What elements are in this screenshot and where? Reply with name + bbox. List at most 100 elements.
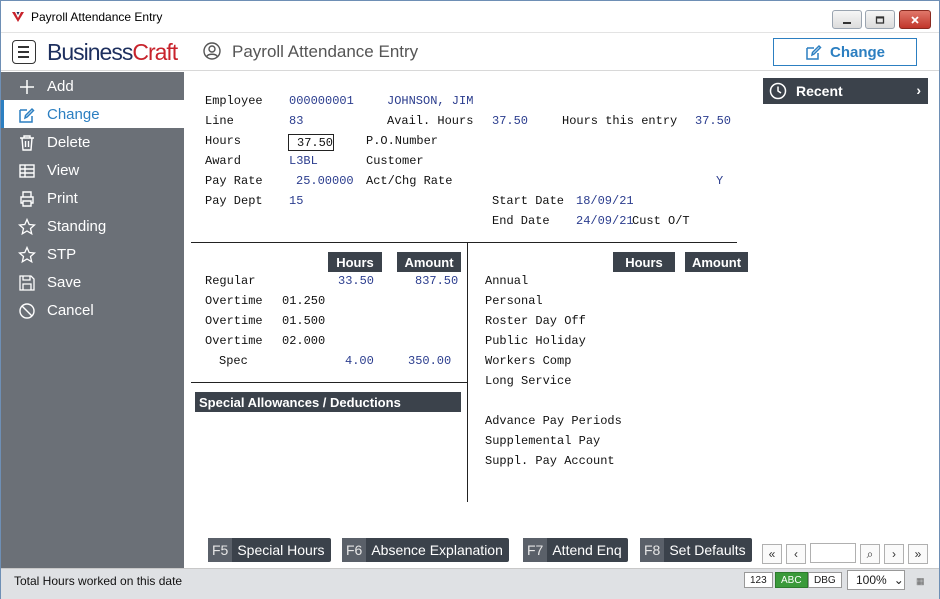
status-bar: Total Hours worked on this date 123 ABC … xyxy=(1,568,939,599)
double-chevron-left-icon: « xyxy=(768,547,776,561)
alpha-mode-badge[interactable]: ABC xyxy=(775,572,808,588)
public-holiday-label: Public Holiday xyxy=(485,334,586,348)
right-amount-header: Amount xyxy=(685,252,748,272)
action-sidebar: Add Change Delete View Print Standing ST… xyxy=(1,72,184,568)
pay-rate-value: 25.00000 xyxy=(296,174,354,188)
change-mode-button[interactable]: Change xyxy=(773,38,917,66)
debug-badge[interactable]: DBG xyxy=(808,572,842,588)
f8-set-defaults-button[interactable]: F8 Set Defaults xyxy=(640,538,752,562)
sidebar-item-standing[interactable]: Standing xyxy=(1,212,184,240)
numeric-mode-badge[interactable]: 123 xyxy=(744,572,773,588)
regular-amount: 837.50 xyxy=(415,274,459,288)
search-record-button[interactable]: ⌕ xyxy=(860,544,880,564)
avail-hours-label: Avail. Hours xyxy=(387,114,474,128)
sidebar-item-save[interactable]: Save xyxy=(1,268,184,296)
annual-leave-label: Annual xyxy=(485,274,529,288)
cust-ot-label: Cust O/T xyxy=(632,214,690,228)
chevron-down-icon: ⌄ xyxy=(893,573,904,587)
sidebar-item-view[interactable]: View xyxy=(1,156,184,184)
f6-absence-explanation-button[interactable]: F6 Absence Explanation xyxy=(342,538,509,562)
hamburger-menu-button[interactable] xyxy=(12,40,36,64)
hours-label: Hours xyxy=(205,134,242,148)
start-date-label: Start Date xyxy=(492,194,565,208)
hours-input[interactable]: 37.50 xyxy=(288,134,334,151)
status-message: Total Hours worked on this date xyxy=(14,574,183,588)
sidebar-item-print[interactable]: Print xyxy=(1,184,184,212)
record-number-input[interactable] xyxy=(810,543,856,563)
minimize-icon xyxy=(843,21,851,24)
hours-this-entry-value: 37.50 xyxy=(695,114,732,128)
next-record-button[interactable]: › xyxy=(884,544,904,564)
zoom-select[interactable]: 100% ⌄ xyxy=(847,570,905,590)
clock-icon xyxy=(769,82,787,100)
supplemental-pay-label: Supplemental Pay xyxy=(485,434,601,448)
line-value: 83 xyxy=(289,114,304,128)
star-icon xyxy=(18,218,36,236)
app-logo-icon xyxy=(12,12,24,22)
close-icon xyxy=(911,15,919,24)
window-title: Payroll Attendance Entry xyxy=(31,10,163,24)
last-record-button[interactable]: » xyxy=(908,544,928,564)
chevron-right-icon: › xyxy=(892,547,896,561)
first-record-button[interactable]: « xyxy=(762,544,782,564)
overtime-label: Overtime xyxy=(205,334,263,348)
overtime-factor: 02.000 xyxy=(282,334,326,348)
personal-leave-label: Personal xyxy=(485,294,543,308)
act-chg-rate-label: Act/Chg Rate xyxy=(366,174,453,188)
spec-label: Spec xyxy=(219,354,248,368)
star-icon xyxy=(18,246,36,264)
spec-amount: 350.00 xyxy=(408,354,452,368)
edit-icon xyxy=(806,44,822,60)
workers-comp-label: Workers Comp xyxy=(485,354,572,368)
resize-grip-icon[interactable]: ▦ xyxy=(916,576,925,587)
customer-label: Customer xyxy=(366,154,424,168)
edit-icon xyxy=(19,107,35,123)
f5-special-hours-button[interactable]: F5 Special Hours xyxy=(208,538,331,562)
employee-name: JOHNSON, JIM xyxy=(387,94,474,108)
pay-rate-label: Pay Rate xyxy=(205,174,263,188)
save-icon xyxy=(19,275,35,291)
close-button[interactable] xyxy=(899,10,931,29)
po-number-label: P.O.Number xyxy=(366,134,439,148)
grid-divider-top xyxy=(191,242,737,243)
overtime-factor: 01.500 xyxy=(282,314,326,328)
f7-attend-enq-button[interactable]: F7 Attend Enq xyxy=(523,538,628,562)
search-icon: ⌕ xyxy=(866,546,874,561)
sidebar-item-stp[interactable]: STP xyxy=(1,240,184,268)
recent-panel-button[interactable]: Recent › xyxy=(763,78,928,104)
employee-number-field[interactable]: 000000001 xyxy=(289,94,354,108)
sidebar-item-cancel[interactable]: Cancel xyxy=(1,296,184,324)
pay-dept-value: 15 xyxy=(289,194,304,208)
end-date-label: End Date xyxy=(492,214,550,228)
maximize-button[interactable] xyxy=(865,10,895,29)
sidebar-item-add[interactable]: Add xyxy=(1,72,184,100)
award-label: Award xyxy=(205,154,242,168)
overtime-label: Overtime xyxy=(205,294,263,308)
regular-label: Regular xyxy=(205,274,256,288)
minimize-button[interactable] xyxy=(832,10,862,29)
attendance-form: Employee 000000001 JOHNSON, JIM Line 83 … xyxy=(184,72,758,568)
sidebar-item-delete[interactable]: Delete xyxy=(1,128,184,156)
double-chevron-right-icon: » xyxy=(914,547,922,561)
maximize-icon xyxy=(875,15,885,24)
overtime-factor: 01.250 xyxy=(282,294,326,308)
special-allowances-header: Special Allowances / Deductions xyxy=(195,392,461,412)
regular-hours: 33.50 xyxy=(338,274,375,288)
roster-day-off-label: Roster Day Off xyxy=(485,314,586,328)
brand-logo: BusinessCraft xyxy=(47,39,178,65)
table-icon xyxy=(19,164,35,178)
chevron-right-icon: › xyxy=(916,82,921,98)
suppl-pay-account-label: Suppl. Pay Account xyxy=(485,454,615,468)
title-bar: Payroll Attendance Entry xyxy=(1,1,939,33)
previous-record-button[interactable]: ‹ xyxy=(786,544,806,564)
user-icon xyxy=(203,42,221,60)
pay-dept-label: Pay Dept xyxy=(205,194,263,208)
cancel-icon xyxy=(19,303,35,319)
hours-this-entry-label: Hours this entry xyxy=(562,114,678,128)
right-hours-header: Hours xyxy=(613,252,675,272)
sidebar-item-change[interactable]: Change xyxy=(1,100,184,128)
spec-hours: 4.00 xyxy=(345,354,374,368)
left-amount-header: Amount xyxy=(397,252,461,272)
plus-icon xyxy=(20,80,34,94)
long-service-label: Long Service xyxy=(485,374,572,388)
